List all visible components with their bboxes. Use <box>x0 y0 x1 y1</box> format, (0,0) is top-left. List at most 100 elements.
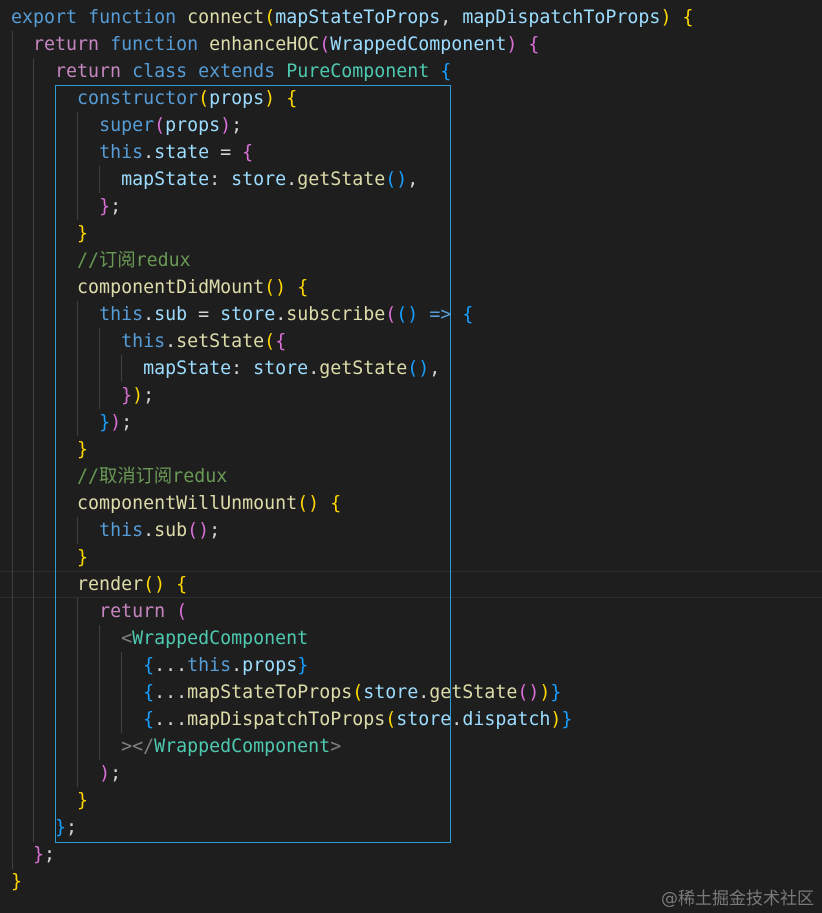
code-line[interactable]: } <box>11 544 822 571</box>
code-token: this <box>121 331 166 352</box>
code-token: ></ <box>121 736 155 757</box>
code-line[interactable]: constructor(props) { <box>11 85 822 112</box>
code-token: } <box>11 871 23 892</box>
code-token: . <box>143 304 155 325</box>
code-token: { <box>143 655 155 676</box>
code-token: ) <box>220 115 232 136</box>
code-token: ; <box>209 520 221 541</box>
code-line[interactable]: this.sub(); <box>11 517 822 544</box>
code-token: ) <box>506 34 518 55</box>
code-token: () <box>187 520 210 541</box>
code-token: store <box>220 304 276 325</box>
code-line[interactable]: {...this.props} <box>11 652 822 679</box>
code-line[interactable]: }; <box>11 814 822 841</box>
code-token: return <box>33 34 100 55</box>
code-token: constructor <box>77 88 199 109</box>
code-token: mapDispatchToProps <box>462 7 661 28</box>
code-token: ( <box>264 331 276 352</box>
code-token: ) <box>539 682 551 703</box>
code-token: props <box>242 655 298 676</box>
code-token: mapState <box>143 358 232 379</box>
code-token: ; <box>110 763 122 784</box>
code-token: { <box>275 331 287 352</box>
code-line[interactable]: }); <box>11 382 822 409</box>
code-line[interactable]: export function connect(mapStateToProps,… <box>11 4 822 31</box>
code-line[interactable]: return class extends PureComponent { <box>11 58 822 85</box>
code-token: ( <box>154 115 166 136</box>
code-token: mapState <box>121 169 210 190</box>
code-area[interactable]: export function connect(mapStateToProps,… <box>11 4 822 895</box>
code-token: . <box>165 331 177 352</box>
code-token: ( <box>198 88 210 109</box>
code-editor[interactable]: export function connect(mapStateToProps,… <box>0 0 822 913</box>
code-token: > <box>330 736 342 757</box>
code-line[interactable]: }; <box>11 841 822 868</box>
code-token: () <box>143 574 166 595</box>
code-line[interactable]: mapState: store.getState(), <box>11 166 822 193</box>
code-line[interactable]: this.sub = store.subscribe(() => { <box>11 301 822 328</box>
code-line[interactable]: componentDidMount() { <box>11 274 822 301</box>
code-token: < <box>121 628 133 649</box>
code-line[interactable]: mapState: store.getState(), <box>11 355 822 382</box>
code-token: ... <box>154 709 188 730</box>
code-token: render <box>77 574 144 595</box>
code-token: . <box>308 358 320 379</box>
code-line[interactable]: return ( <box>11 598 822 625</box>
code-line[interactable]: }); <box>11 409 822 436</box>
code-token: . <box>451 709 463 730</box>
code-line[interactable]: } <box>11 787 822 814</box>
code-line[interactable]: {...mapDispatchToProps(store.dispatch)} <box>11 706 822 733</box>
code-token: } <box>33 844 45 865</box>
code-line[interactable]: } <box>11 436 822 463</box>
code-line[interactable]: this.state = { <box>11 139 822 166</box>
code-token: ; <box>231 115 243 136</box>
code-token: } <box>55 817 67 838</box>
code-token: WrappedComponent <box>132 628 309 649</box>
code-line[interactable]: return function enhanceHOC(WrappedCompon… <box>11 31 822 58</box>
code-token: this <box>99 304 144 325</box>
code-line[interactable]: render() { <box>11 571 822 598</box>
code-token: () <box>396 304 419 325</box>
code-token: enhanceHOC <box>209 34 320 55</box>
code-line[interactable]: //订阅redux <box>11 247 822 274</box>
code-token: } <box>99 196 111 217</box>
code-line[interactable]: //取消订阅redux <box>11 463 822 490</box>
code-line[interactable]: ></WrappedComponent> <box>11 733 822 760</box>
code-token: } <box>121 385 133 406</box>
code-line[interactable]: {...mapStateToProps(store.getState())} <box>11 679 822 706</box>
code-token: () <box>517 682 540 703</box>
code-token: sub <box>154 520 188 541</box>
code-line[interactable]: componentWillUnmount() { <box>11 490 822 517</box>
code-line[interactable]: }; <box>11 193 822 220</box>
code-line[interactable]: super(props); <box>11 112 822 139</box>
code-line[interactable]: } <box>11 220 822 247</box>
code-token: class <box>132 61 188 82</box>
code-token: { <box>682 7 694 28</box>
code-line[interactable]: <WrappedComponent <box>11 625 822 652</box>
code-token: ; <box>66 817 78 838</box>
code-token: ... <box>154 682 188 703</box>
code-line[interactable]: this.setState({ <box>11 328 822 355</box>
code-line[interactable]: ); <box>11 760 822 787</box>
